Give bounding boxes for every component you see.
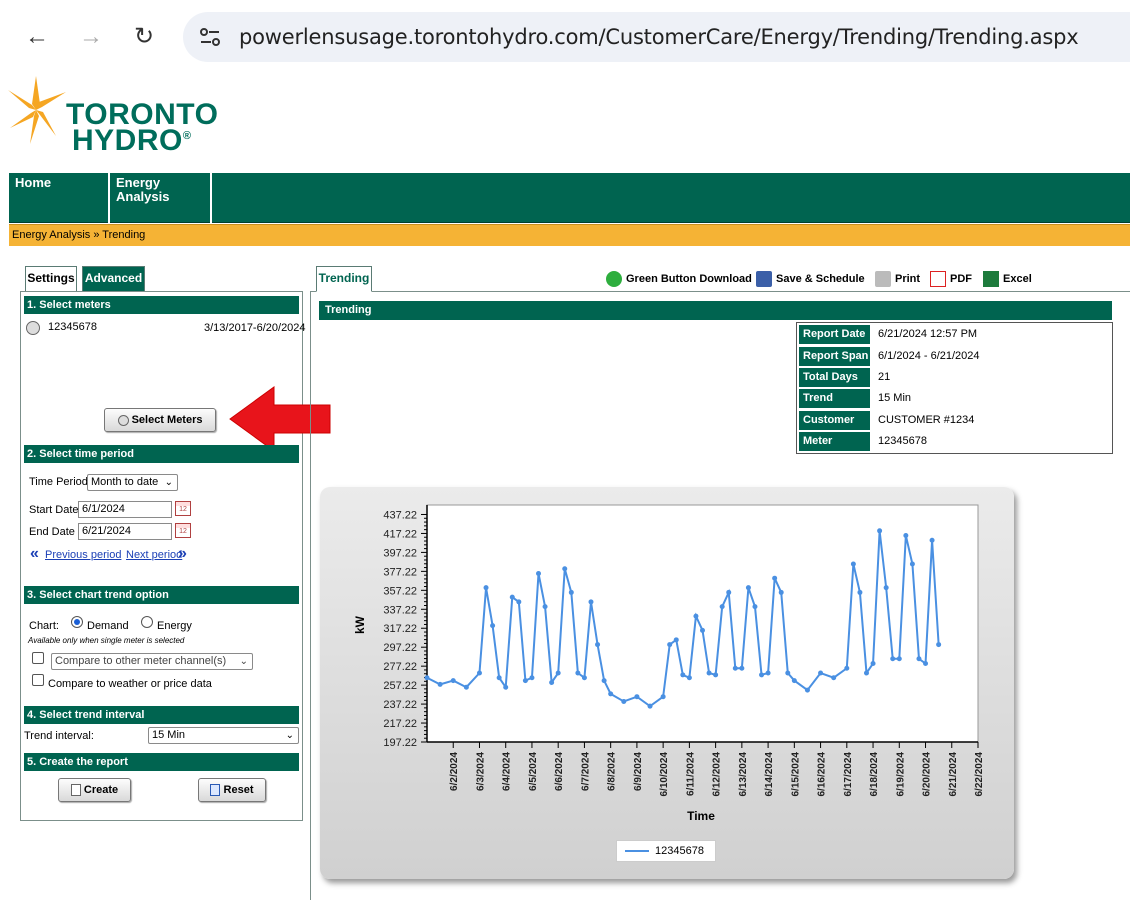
start-date-input[interactable]: 6/1/2024: [78, 501, 172, 518]
energy-label: Energy: [157, 620, 192, 632]
meter-date-range: 3/13/2017-6/20/2024: [204, 322, 306, 334]
customer-value: CUSTOMER #1234: [878, 414, 975, 426]
nav-home[interactable]: Home: [9, 173, 110, 223]
section-select-meters: 1. Select meters: [24, 296, 299, 314]
url-text: powerlensusage.torontohydro.com/Customer…: [239, 25, 1079, 49]
demand-label: Demand: [87, 620, 129, 632]
excel-icon: [983, 271, 999, 288]
double-chevron-left-icon[interactable]: «: [30, 545, 39, 563]
trend-interval-label-report: Trend Interval: [799, 389, 870, 423]
time-period-select[interactable]: Month to date ⌄: [87, 474, 178, 491]
section-select-time-period: 2. Select time period: [24, 445, 299, 463]
report-date-value: 6/21/2024 12:57 PM: [878, 328, 978, 340]
demand-radio[interactable]: [71, 616, 83, 628]
calendar-icon[interactable]: 12: [175, 501, 191, 516]
compare-channel-checkbox[interactable]: [32, 652, 44, 664]
report-info-table: Report Date 6/21/2024 12:57 PM Report Sp…: [796, 322, 1113, 454]
excel-button[interactable]: Excel: [983, 270, 1032, 288]
report-span-value: 6/1/2024 - 6/21/2024: [878, 350, 980, 362]
document-icon: [70, 784, 81, 797]
legend-line-icon: [625, 850, 649, 853]
section-create-report: 5. Create the report: [24, 753, 299, 771]
nav-energy-analysis[interactable]: Energy Analysis: [110, 173, 212, 223]
tab-advanced[interactable]: Advanced: [82, 266, 145, 292]
next-period-link[interactable]: Next period: [126, 549, 182, 561]
tab-trending[interactable]: Trending: [316, 266, 372, 292]
report-date-label: Report Date: [799, 325, 870, 344]
trend-interval-value-report: 15 Min: [878, 392, 912, 404]
back-icon[interactable]: ←: [22, 22, 52, 52]
reset-icon: [210, 784, 221, 797]
reset-button[interactable]: Reset: [198, 778, 266, 802]
green-button-download[interactable]: Green Button Download: [606, 270, 752, 288]
breadcrumb: Energy Analysis » Trending: [9, 224, 1130, 246]
section-chart-trend-option: 3. Select chart trend option: [24, 586, 299, 604]
print-button[interactable]: Print: [875, 270, 920, 288]
total-days-label: Total Days: [799, 368, 870, 387]
tab-settings[interactable]: Settings: [25, 266, 77, 292]
trending-section-title: Trending: [319, 301, 1112, 320]
browser-toolbar: ← → ↻ powerlensusage.torontohydro.com/Cu…: [0, 0, 1130, 76]
double-chevron-right-icon[interactable]: »: [178, 545, 187, 563]
report-span-label: Report Span: [799, 347, 870, 366]
reload-icon[interactable]: ↻: [129, 22, 159, 52]
address-bar[interactable]: powerlensusage.torontohydro.com/Customer…: [183, 12, 1130, 62]
start-date-label: Start Date: [29, 504, 79, 516]
forward-icon[interactable]: →: [76, 22, 106, 52]
previous-period-link[interactable]: Previous period: [45, 549, 121, 561]
logo-text-hydro: HYDRO®: [72, 124, 192, 157]
end-date-input[interactable]: 6/21/2024: [78, 523, 172, 540]
meter-value: 12345678: [878, 435, 927, 447]
chevron-down-icon: ⌄: [239, 656, 248, 667]
legend-series-name: 12345678: [655, 845, 704, 857]
total-days-value: 21: [878, 371, 891, 383]
top-navigation: Home Energy Analysis: [9, 173, 1130, 223]
compare-weather-checkbox[interactable]: [32, 674, 44, 686]
create-button[interactable]: Create: [58, 778, 131, 802]
chart-frame: [320, 487, 1014, 879]
red-arrow-icon: [229, 386, 331, 452]
trend-interval-select[interactable]: 15 Min ⌄: [148, 727, 299, 744]
availability-note: Available only when single meter is sele…: [28, 636, 185, 645]
save-schedule-button[interactable]: Save & Schedule: [756, 270, 865, 288]
print-icon: [875, 271, 891, 288]
divider: [310, 291, 311, 900]
green-download-icon: [606, 271, 622, 288]
time-period-label: Time Period: [29, 476, 88, 488]
meter-icon: [117, 414, 129, 426]
customer-label: Customer: [799, 411, 870, 430]
chart-label: Chart:: [29, 620, 59, 632]
divider: [310, 291, 1130, 292]
chart-legend: 12345678: [616, 840, 716, 862]
chevron-down-icon: ⌄: [285, 730, 294, 741]
section-trend-interval: 4. Select trend interval: [24, 706, 299, 724]
meter-id[interactable]: 12345678: [48, 321, 97, 333]
site-settings-icon[interactable]: [197, 24, 223, 50]
trend-interval-label: Trend interval:: [24, 730, 94, 742]
pdf-button[interactable]: PDF: [930, 270, 972, 288]
end-date-label: End Date: [29, 526, 75, 538]
compare-weather-label: Compare to weather or price data: [48, 678, 212, 690]
chevron-down-icon: ⌄: [164, 477, 173, 488]
meter-icon[interactable]: [26, 321, 40, 335]
select-meters-button[interactable]: Select Meters: [104, 408, 216, 432]
compare-channel-select[interactable]: Compare to other meter channel(s) ⌄: [51, 653, 253, 670]
pdf-icon: [930, 271, 946, 288]
meter-label: Meter: [799, 432, 870, 451]
energy-radio[interactable]: [141, 616, 153, 628]
calendar-icon[interactable]: 12: [175, 523, 191, 538]
save-icon: [756, 271, 772, 288]
